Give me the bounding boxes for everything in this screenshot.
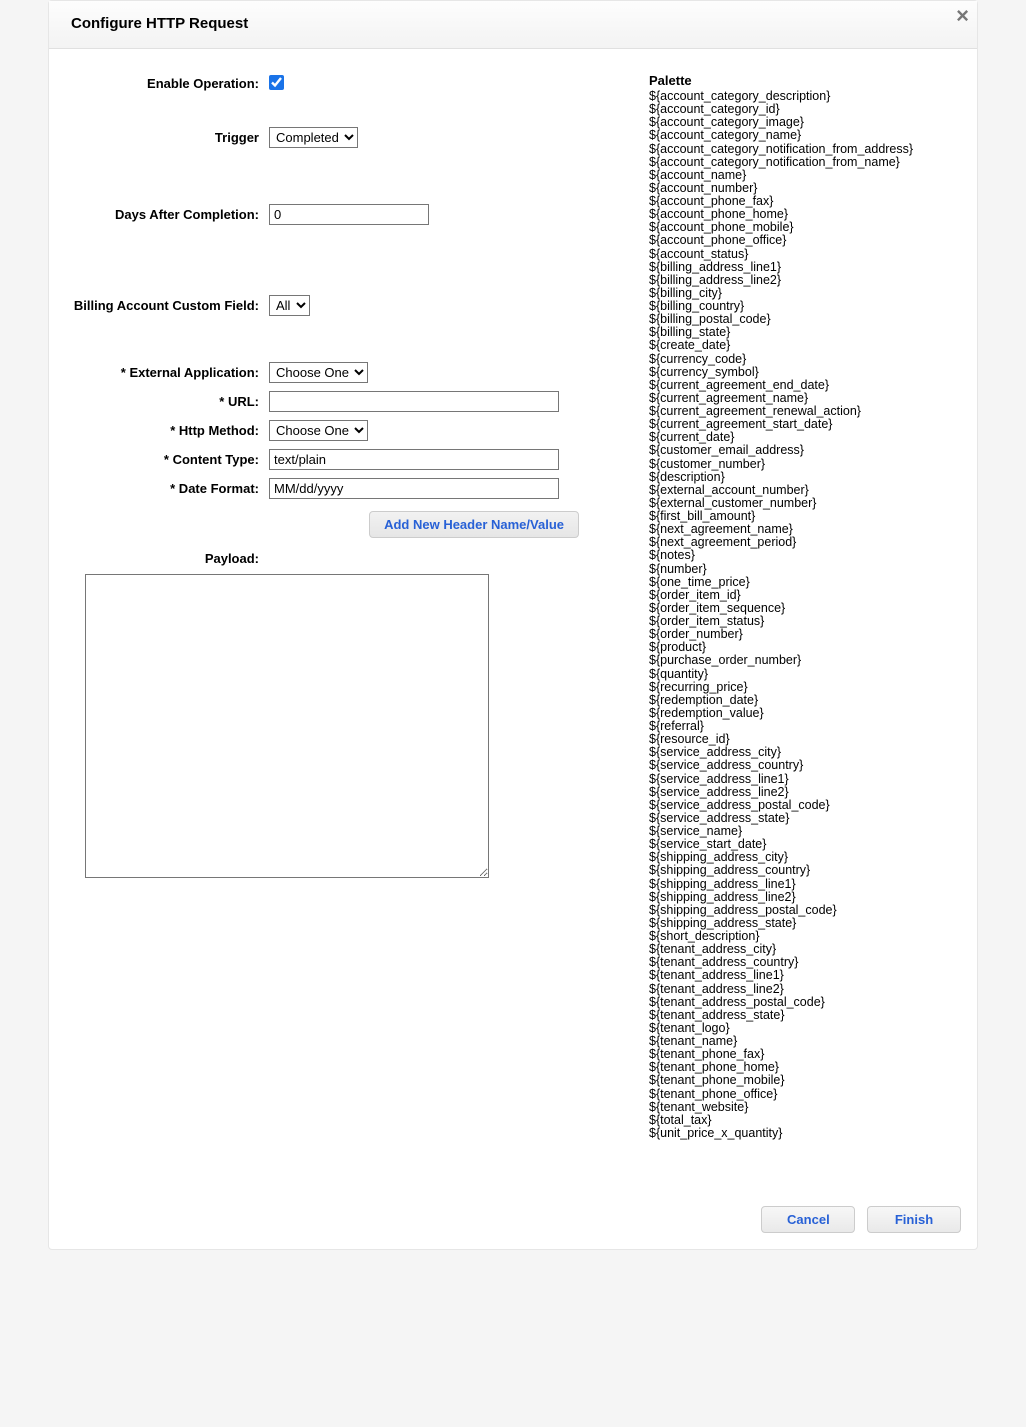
enable-operation-checkbox[interactable] [269,75,284,90]
date-format-label: * Date Format: [49,478,269,496]
palette-item[interactable]: ${account_category_notification_from_nam… [649,156,957,169]
palette-item[interactable]: ${account_phone_office} [649,234,957,247]
billing-account-custom-field-select[interactable]: All [269,295,310,316]
palette-item[interactable]: ${billing_address_line2} [649,274,957,287]
dialog-header: Configure HTTP Request × [49,1,977,49]
palette-item[interactable]: ${customer_number} [649,458,957,471]
palette-item[interactable]: ${external_account_number} [649,484,957,497]
url-input[interactable] [269,391,559,412]
palette-item[interactable]: ${number} [649,563,957,576]
content-type-label: * Content Type: [49,449,269,467]
palette-item[interactable]: ${tenant_website} [649,1101,957,1114]
days-after-completion-label: Days After Completion: [49,204,269,222]
palette-item[interactable]: ${total_tax} [649,1114,957,1127]
external-application-select[interactable]: Choose One [269,362,368,383]
palette-item[interactable]: ${one_time_price} [649,576,957,589]
palette-item[interactable]: ${tenant_address_postal_code} [649,996,957,1009]
palette-item[interactable]: ${purchase_order_number} [649,654,957,667]
palette-list: ${account_category_description}${account… [649,90,957,1140]
palette-item[interactable]: ${unit_price_x_quantity} [649,1127,957,1140]
billing-account-custom-field-label: Billing Account Custom Field: [49,295,269,313]
palette-item[interactable]: ${quantity} [649,668,957,681]
palette-item[interactable]: ${service_address_line2} [649,786,957,799]
palette-item[interactable]: ${redemption_date} [649,694,957,707]
palette-item[interactable]: ${shipping_address_line1} [649,878,957,891]
palette-item[interactable]: ${create_date} [649,339,957,352]
palette-item[interactable]: ${service_address_country} [649,759,957,772]
url-label: * URL: [49,391,269,409]
palette-item[interactable]: ${recurring_price} [649,681,957,694]
palette-item[interactable]: ${account_name} [649,169,957,182]
palette-item[interactable]: ${shipping_address_country} [649,864,957,877]
finish-button[interactable]: Finish [867,1206,961,1233]
enable-operation-label: Enable Operation: [49,73,269,91]
palette-item[interactable]: ${notes} [649,549,957,562]
palette-item[interactable]: ${customer_email_address} [649,444,957,457]
dialog-footer: Cancel Finish [49,1196,977,1249]
palette-item[interactable]: ${tenant_address_line1} [649,969,957,982]
form-column: Enable Operation: Trigger Completed Days… [49,73,649,1140]
palette-item[interactable]: ${shipping_address_line2} [649,891,957,904]
dialog-title: Configure HTTP Request [71,15,248,32]
palette-title: Palette [649,73,957,88]
trigger-label: Trigger [49,127,269,145]
palette-item[interactable]: ${service_address_postal_code} [649,799,957,812]
palette-column: Palette ${account_category_description}$… [649,73,957,1140]
palette-item[interactable]: ${order_item_id} [649,589,957,602]
palette-item[interactable]: ${description} [649,471,957,484]
palette-item[interactable]: ${next_agreement_period} [649,536,957,549]
palette-item[interactable]: ${account_category_name} [649,129,957,142]
palette-item[interactable]: ${currency_code} [649,353,957,366]
days-after-completion-input[interactable] [269,204,429,225]
palette-item[interactable]: ${tenant_address_state} [649,1009,957,1022]
external-application-label: * External Application: [49,362,269,380]
add-header-button[interactable]: Add New Header Name/Value [369,511,579,538]
palette-item[interactable]: ${tenant_phone_mobile} [649,1074,957,1087]
palette-item[interactable]: ${currency_symbol} [649,366,957,379]
payload-textarea[interactable] [85,574,489,878]
palette-item[interactable]: ${tenant_address_line2} [649,983,957,996]
palette-item[interactable]: ${account_status} [649,248,957,261]
palette-item[interactable]: ${billing_address_line1} [649,261,957,274]
palette-item[interactable]: ${current_agreement_end_date} [649,379,957,392]
date-format-input[interactable] [269,478,559,499]
close-icon[interactable]: × [956,3,969,29]
configure-http-request-dialog: Configure HTTP Request × Enable Operatio… [48,0,978,1250]
palette-item[interactable]: ${shipping_address_postal_code} [649,904,957,917]
palette-item[interactable]: ${tenant_phone_office} [649,1088,957,1101]
palette-item[interactable]: ${account_category_notification_from_add… [649,143,957,156]
payload-label: Payload: [49,548,269,566]
http-method-label: * Http Method: [49,420,269,438]
content-type-input[interactable] [269,449,559,470]
trigger-select[interactable]: Completed [269,127,358,148]
cancel-button[interactable]: Cancel [761,1206,855,1233]
http-method-select[interactable]: Choose One [269,420,368,441]
palette-item[interactable]: ${service_address_line1} [649,773,957,786]
